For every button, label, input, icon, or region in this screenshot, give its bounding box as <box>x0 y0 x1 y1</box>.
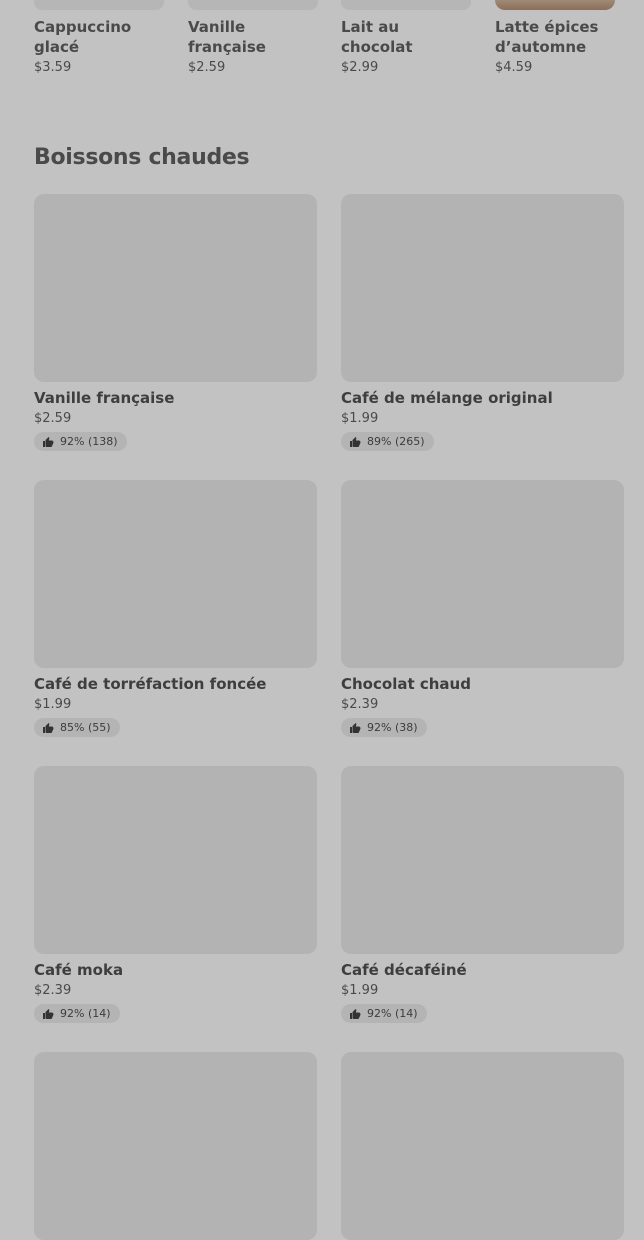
product-name: Latte épices d’automne <box>495 18 599 56</box>
product-price: $2.59 <box>34 411 72 426</box>
thumbs-up-icon <box>350 1008 361 1019</box>
product-card[interactable]: Café décaféiné $1.99 92% (14) <box>341 766 624 1024</box>
product-card[interactable]: Café de mélange original $1.99 89% (265) <box>341 194 624 452</box>
rating-badge: 92% (14) <box>34 1004 120 1023</box>
product-price: $1.99 <box>341 983 379 998</box>
thumbs-up-icon <box>350 722 361 733</box>
product-image[interactable] <box>34 480 317 668</box>
carousel-item[interactable]: Latte épices d’automne $4.59 <box>495 0 615 75</box>
product-image[interactable] <box>341 766 624 954</box>
rating-text: 85% (55) <box>60 721 111 734</box>
product-name: Cappuccino glacé <box>34 18 132 56</box>
drinks-carousel: Cappuccino glacé $3.59 Vanille française… <box>34 0 644 100</box>
thumbs-up-icon <box>350 436 361 447</box>
product-price: $1.99 <box>34 697 72 712</box>
product-price: $2.39 <box>34 983 72 998</box>
product-image[interactable] <box>341 194 624 382</box>
rating-text: 92% (14) <box>367 1007 418 1020</box>
product-price: $2.59 <box>188 60 226 75</box>
product-price: $1.99 <box>341 411 379 426</box>
rating-badge: 89% (265) <box>341 432 434 451</box>
product-image[interactable] <box>341 0 471 10</box>
product-name: Vanille française <box>34 389 175 407</box>
product-name: Vanille française <box>188 18 266 56</box>
product-price: $3.59 <box>34 60 72 75</box>
thumbs-up-icon <box>43 436 54 447</box>
rating-badge: 85% (55) <box>34 718 120 737</box>
product-image[interactable] <box>188 0 318 10</box>
product-name: Café de torréfaction foncée <box>34 675 267 693</box>
product-card[interactable]: Café moka $2.39 92% (14) <box>34 766 317 1024</box>
carousel-item[interactable]: Lait au chocolat $2.99 <box>341 0 471 75</box>
rating-badge: 92% (138) <box>34 432 127 451</box>
product-name: Café de mélange original <box>341 389 553 407</box>
product-card[interactable]: Vanille française $2.59 92% (138) <box>34 194 317 452</box>
product-card[interactable]: Café de torréfaction foncée $1.99 85% (5… <box>34 480 317 738</box>
rating-text: 89% (265) <box>367 435 425 448</box>
section-title: Boissons chaudes <box>34 145 250 170</box>
thumbs-up-icon <box>43 1008 54 1019</box>
product-card[interactable]: Chocolat chaud $2.39 92% (38) <box>341 480 624 738</box>
product-price: $2.99 <box>341 60 379 75</box>
product-price: $4.59 <box>495 60 533 75</box>
product-image[interactable] <box>495 0 615 10</box>
carousel-item[interactable]: Cappuccino glacé $3.59 <box>34 0 164 75</box>
product-image[interactable] <box>34 0 164 10</box>
carousel-item[interactable]: Vanille française $2.59 <box>188 0 318 75</box>
product-price: $2.39 <box>341 697 379 712</box>
product-image[interactable] <box>34 194 317 382</box>
thumbs-up-icon <box>43 722 54 733</box>
rating-text: 92% (14) <box>60 1007 111 1020</box>
rating-text: 92% (138) <box>60 435 118 448</box>
product-name: Café décaféiné <box>341 961 467 979</box>
product-image[interactable] <box>34 766 317 954</box>
product-name: Lait au chocolat <box>341 18 413 56</box>
rating-text: 92% (38) <box>367 721 418 734</box>
product-name: Chocolat chaud <box>341 675 471 693</box>
product-image[interactable] <box>341 480 624 668</box>
rating-badge: 92% (38) <box>341 718 427 737</box>
product-name: Café moka <box>34 961 124 979</box>
rating-badge: 92% (14) <box>341 1004 427 1023</box>
